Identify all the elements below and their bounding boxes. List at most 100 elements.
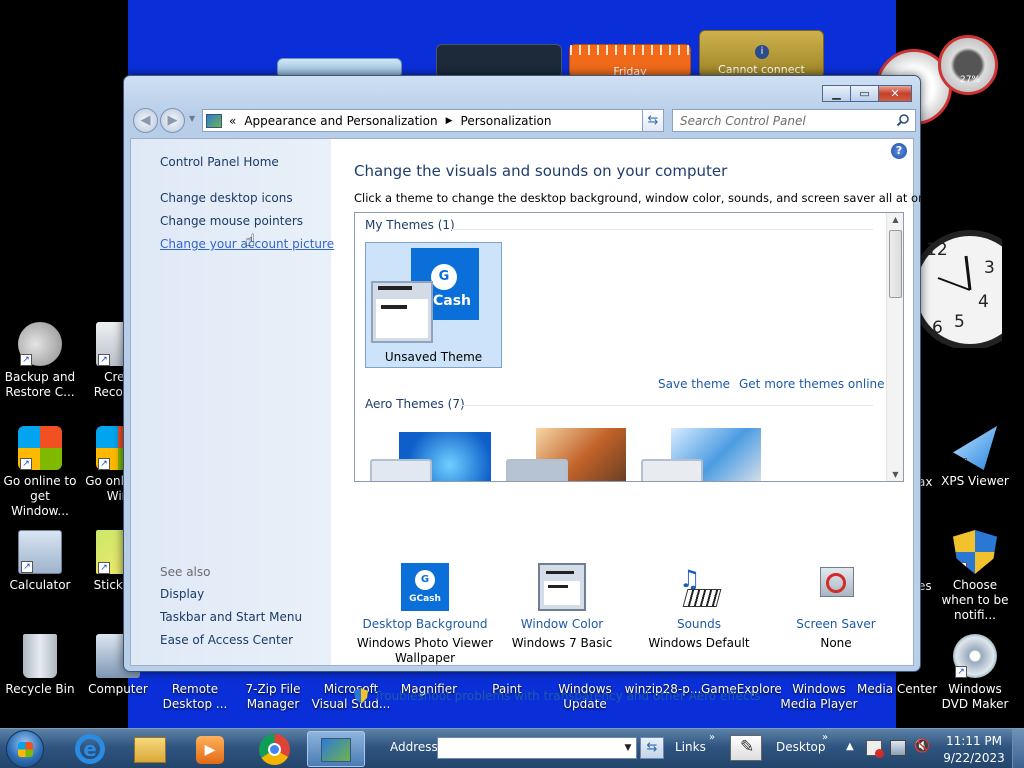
gcash-logo-icon: G	[415, 570, 435, 590]
change-desktop-icons-link[interactable]: Change desktop icons	[160, 191, 293, 205]
recent-pages-dropdown-icon[interactable]: ▼	[189, 114, 195, 123]
forward-button[interactable]: ▶	[160, 108, 185, 133]
desktop-icon-label: Calculator	[9, 578, 71, 592]
display-link[interactable]: Display	[160, 587, 204, 601]
breadcrumb-separator-icon[interactable]: ▶	[446, 116, 453, 126]
error-badge-icon	[875, 749, 884, 758]
calendar-gadget[interactable]: Friday	[569, 44, 691, 78]
desktop-icon-uac[interactable]: ↗ Choose when to be notifi...	[935, 530, 1015, 623]
desktop-icon-calculator[interactable]: ↗ Calculator	[0, 530, 80, 593]
system-clock[interactable]: 11:11 PM 9/22/2023	[940, 733, 1008, 767]
theme-list[interactable]: My Themes (1) G Cash Unsaved Theme Save …	[354, 212, 904, 482]
desktop-overflow-icon[interactable]: »	[822, 732, 828, 743]
taskbar-chrome[interactable]	[247, 731, 303, 767]
start-button[interactable]	[6, 730, 44, 768]
feed-gadget[interactable]	[436, 44, 562, 78]
breadcrumb-overflow[interactable]: «	[229, 114, 236, 128]
window-color-link[interactable]: Window Color	[492, 617, 632, 631]
aero-theme-architecture[interactable]	[506, 428, 626, 481]
search-input[interactable]: Search Control Panel	[672, 109, 916, 132]
save-theme-link[interactable]: Save theme	[658, 377, 730, 391]
sounds-link[interactable]: Sounds	[629, 617, 769, 631]
shortcut-arrow-icon: ↗	[98, 562, 110, 574]
gcash-logo-icon: G	[431, 264, 457, 290]
desktop-background-setting[interactable]: G GCash Desktop Background Windows Photo…	[355, 563, 495, 666]
desktop-icon-backup-restore[interactable]: ↗ Backup and Restore C...	[0, 322, 80, 400]
shortcut-arrow-icon: ↗	[98, 458, 110, 470]
shortcut-arrow-icon: ↗	[20, 458, 32, 470]
breadcrumb-personalization[interactable]: Personalization	[461, 114, 552, 128]
taskbar-media-player[interactable]: ▶	[182, 731, 238, 767]
scrollbar-thumb[interactable]	[889, 230, 902, 298]
aero-theme-windows7[interactable]	[370, 432, 491, 481]
clock-number-12: 12	[926, 240, 948, 260]
links-overflow-icon[interactable]: »	[709, 732, 715, 743]
weather-gadget[interactable]: i Cannot connect	[699, 30, 824, 78]
address-bar[interactable]: « Appearance and Personalization ▶ Perso…	[202, 109, 664, 132]
volume-muted-icon[interactable]: 🔇	[914, 739, 930, 754]
go-icon: ⇆	[646, 740, 658, 755]
window-preview-icon	[506, 459, 568, 481]
screen-saver-link[interactable]: Screen Saver	[766, 617, 906, 631]
shield-icon	[354, 688, 368, 704]
clock-gadget[interactable]: 12 3 4 5 6	[910, 228, 1024, 350]
desktop-background-link[interactable]: Desktop Background	[355, 617, 495, 631]
sounds-setting[interactable]: ♫ Sounds Windows Default	[629, 563, 769, 651]
breadcrumb-appearance[interactable]: Appearance and Personalization	[244, 114, 437, 128]
tablet-input-icon[interactable]: ✎	[730, 735, 762, 761]
close-button[interactable]: ✕	[878, 85, 912, 102]
help-icon[interactable]: ?	[891, 143, 907, 159]
aero-theme-characters[interactable]	[641, 428, 761, 481]
sounds-icon: ♫	[675, 563, 723, 611]
control-panel-icon	[321, 738, 351, 762]
taskbar-control-panel[interactable]	[307, 731, 365, 767]
windows-logo-icon: ↗	[18, 426, 62, 470]
desktop-icon-xps-viewer[interactable]: ↗ XPS Viewer	[935, 426, 1015, 489]
address-dropdown-icon[interactable]: ▼	[620, 738, 636, 758]
links-toolbar-label[interactable]: Links	[675, 740, 706, 754]
forward-arrow-icon: ▶	[167, 113, 178, 128]
maximize-button[interactable]: ▭	[850, 85, 879, 102]
taskbar-internet-explorer[interactable]: e	[62, 731, 118, 767]
meter-percent: 27%	[960, 75, 981, 85]
desktop-background-value: Windows Photo Viewer Wallpaper	[356, 636, 494, 665]
desktop-icon-dvd-maker[interactable]: ↗ Windows DVD Maker	[935, 634, 1015, 712]
window-color-setting[interactable]: Window Color Windows 7 Basic	[492, 563, 632, 651]
desktop-icon-label: Windows DVD Maker	[941, 682, 1009, 711]
desktop-icon-recycle-bin[interactable]: Recycle Bin	[0, 634, 80, 697]
window-preview-line	[548, 585, 568, 588]
chrome-icon	[259, 734, 290, 765]
address-go-button[interactable]: ⇆	[640, 737, 664, 759]
taskbar-start-menu-link[interactable]: Taskbar and Start Menu	[160, 610, 302, 624]
taskbar-explorer[interactable]	[122, 731, 178, 767]
ease-of-access-link[interactable]: Ease of Access Center	[160, 633, 293, 647]
get-more-themes-link[interactable]: Get more themes online	[739, 377, 885, 391]
control-panel-home-link[interactable]: Control Panel Home	[160, 155, 279, 169]
scroll-down-icon[interactable]: ▼	[887, 470, 903, 479]
refresh-button[interactable]: ⇆	[642, 109, 664, 132]
theme-list-scrollbar[interactable]: ▲ ▼	[886, 213, 903, 481]
shortcut-arrow-icon: ↗	[955, 458, 967, 470]
desktop-icon-go-online[interactable]: ↗ Go online to get Window...	[0, 426, 80, 519]
unsaved-theme-label: Unsaved Theme	[384, 350, 483, 364]
desktop-icon-label: Remote Desktop ...	[162, 682, 228, 711]
back-button[interactable]: ◀	[133, 108, 158, 133]
action-center-icon[interactable]	[866, 740, 884, 758]
address-toolbar-input[interactable]: ▼	[437, 737, 637, 759]
change-mouse-pointers-link[interactable]: Change mouse pointers	[160, 214, 303, 228]
show-desktop-button[interactable]	[1012, 729, 1024, 768]
screen-saver-setting[interactable]: Screen Saver None	[766, 563, 906, 651]
desktop-icon-label: Media Center	[857, 682, 937, 696]
desktop-icon-label: 7-Zip File Manager	[245, 682, 301, 711]
unsaved-theme-tile[interactable]: G Cash Unsaved Theme	[365, 242, 502, 368]
desktop-toolbar-label[interactable]: Desktop	[776, 740, 826, 754]
internet-explorer-icon: e	[75, 734, 105, 764]
troubleshoot-link[interactable]: Troubleshoot problems with transparency …	[374, 689, 761, 703]
tray-expand-icon[interactable]: ▲	[846, 741, 854, 752]
scroll-up-icon[interactable]: ▲	[887, 215, 903, 224]
network-icon[interactable]	[890, 740, 906, 756]
window-color-icon	[538, 563, 586, 611]
minimize-button[interactable]: ▁	[822, 85, 851, 102]
search-icon[interactable]	[896, 113, 910, 127]
pen-icon: ✎	[740, 737, 755, 757]
